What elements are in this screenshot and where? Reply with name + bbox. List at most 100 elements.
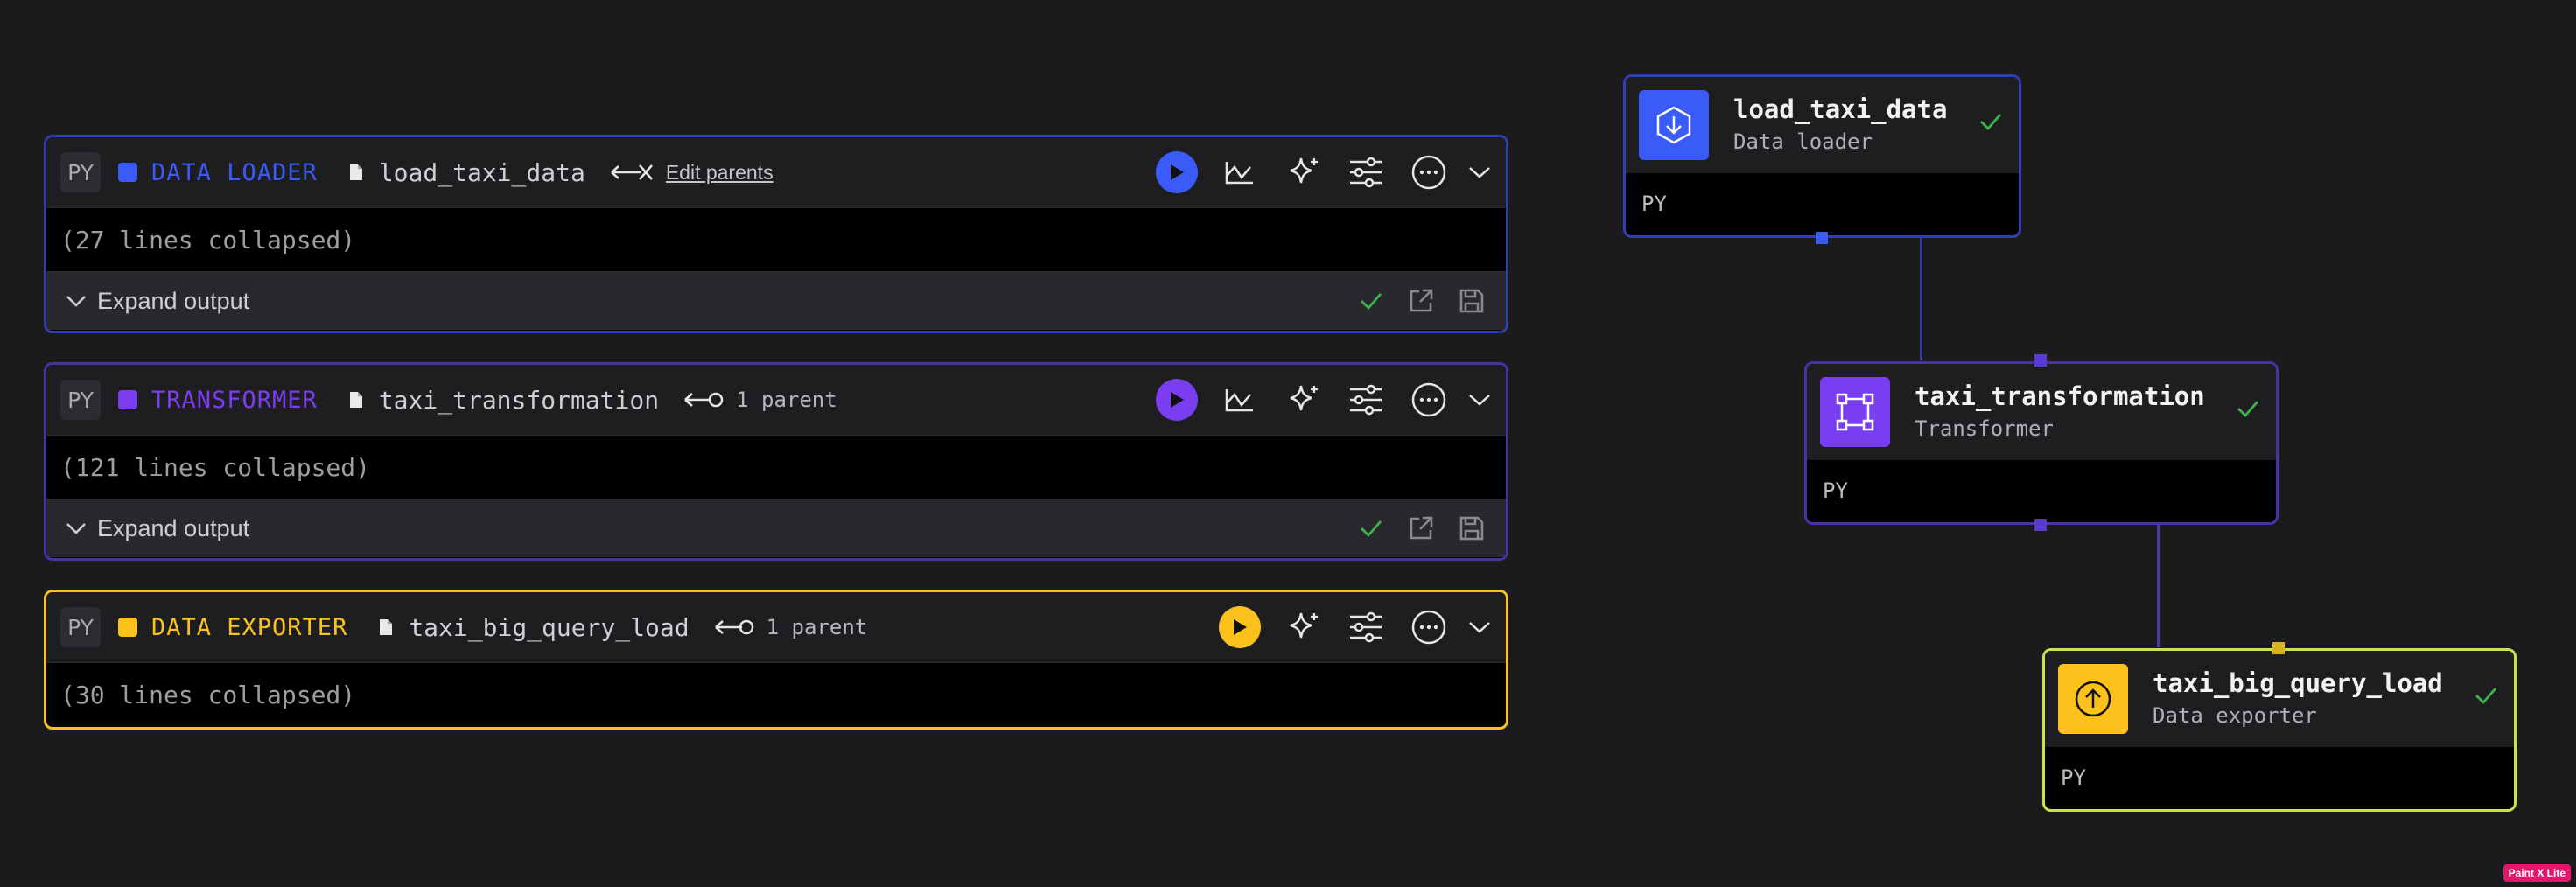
parent-link-icon [714,619,753,635]
more-icon [1411,610,1446,645]
parent-count[interactable]: 1 parent [766,615,868,639]
success-check-icon [1980,114,2002,131]
parent-count[interactable]: 1 parent [736,388,837,412]
file-icon [380,619,393,635]
file-icon [349,164,362,180]
block-data-exporter[interactable]: PY DATA EXPORTER taxi_big_query_load 1 p… [44,590,1508,730]
ai-assist-button[interactable] [1280,377,1326,423]
node-language: PY [1642,192,1667,216]
play-icon [1219,606,1261,648]
language-tag: PY [60,607,101,647]
output-port[interactable] [2034,519,2047,531]
collapse-block-button[interactable] [1464,377,1495,423]
block-name[interactable]: taxi_big_query_load [409,613,689,642]
upload-icon [2058,664,2128,734]
node-language: PY [2061,765,2086,790]
transform-icon [1820,377,1890,447]
charts-button[interactable] [1217,377,1263,423]
output-port[interactable] [1816,232,1828,244]
collapsed-code[interactable]: (30 lines collapsed) [46,663,1506,726]
expand-output-button[interactable]: Expand output [97,288,249,315]
success-check-icon [2237,401,2259,418]
parent-link-icon [684,392,724,408]
watermark-badge: Paint X Lite [2502,864,2571,882]
node-subtitle: Data exporter [2152,703,2317,728]
ai-assist-button[interactable] [1280,604,1326,650]
block-name[interactable]: load_taxi_data [379,158,585,187]
run-block-button[interactable] [1217,604,1263,650]
sparkle-icon [1290,157,1318,184]
block-header[interactable]: PY TRANSFORMER taxi_transformation 1 par… [46,365,1506,436]
save-icon[interactable] [1459,515,1485,541]
sliders-icon [1350,384,1382,416]
node-subtitle: Transformer [1914,416,2054,441]
sliders-icon [1350,611,1382,643]
sliders-icon [1350,157,1382,188]
parents-control[interactable]: Edit parents [610,161,774,185]
chart-icon [1225,389,1253,412]
run-block-button[interactable] [1154,377,1200,423]
block-data-loader[interactable]: PY DATA LOADER load_taxi_data Edit paren… [44,135,1508,333]
input-port[interactable] [2034,354,2047,367]
graph-node-taxi-transformation[interactable]: taxi_transformation Transformer PY [1804,361,2278,525]
play-icon [1156,379,1198,421]
block-header[interactable]: PY DATA LOADER load_taxi_data Edit paren… [46,137,1506,208]
graph-node-taxi-big-query-load[interactable]: taxi_big_query_load Data exporter PY [2042,648,2516,812]
graph-edge [2157,525,2160,647]
graph-node-load-taxi-data[interactable]: load_taxi_data Data loader PY [1623,74,2021,238]
block-header[interactable]: PY DATA EXPORTER taxi_big_query_load 1 p… [46,592,1506,663]
play-icon [1156,151,1198,193]
open-external-icon[interactable] [1408,515,1434,541]
settings-button[interactable] [1343,377,1389,423]
block-color-indicator[interactable] [118,390,137,409]
block-name[interactable]: taxi_transformation [379,386,659,415]
node-subtitle: Data loader [1733,129,1872,154]
parents-control[interactable]: 1 parent [683,388,837,412]
more-options-button[interactable] [1406,604,1452,650]
output-bar[interactable]: Expand output [46,271,1506,330]
more-icon [1411,382,1446,417]
language-tag: PY [60,380,101,420]
save-icon[interactable] [1459,288,1485,314]
node-language: PY [1823,478,1848,503]
success-check-icon [1361,293,1382,311]
parents-control[interactable]: 1 parent [714,615,868,639]
language-tag: PY [60,152,101,192]
input-port[interactable] [2272,642,2285,654]
chevron-down-icon [1469,622,1490,633]
collapsed-code[interactable]: (27 lines collapsed) [46,208,1506,271]
chart-icon [1225,162,1253,185]
run-block-button[interactable] [1154,150,1200,195]
file-icon [349,392,362,408]
expand-output-button[interactable]: Expand output [97,515,249,542]
output-bar[interactable]: Expand output [46,499,1506,557]
block-transformer[interactable]: PY TRANSFORMER taxi_transformation 1 par… [44,362,1508,561]
chevron-down-icon [1469,395,1490,406]
node-title: load_taxi_data [1733,94,1948,124]
more-options-button[interactable] [1406,150,1452,195]
block-toolbar [1200,592,1495,662]
edit-parents-link[interactable]: Edit parents [666,161,774,185]
chevron-down-icon [66,523,86,534]
collapse-block-button[interactable] [1464,604,1495,650]
edit-parents-icon [611,164,653,180]
collapse-block-button[interactable] [1464,150,1495,195]
collapsed-code[interactable]: (121 lines collapsed) [46,436,1506,499]
ai-assist-button[interactable] [1280,150,1326,195]
block-toolbar [1137,365,1495,435]
success-check-icon [2475,688,2497,705]
block-type-label: DATA EXPORTER [151,613,348,641]
block-type-label: TRANSFORMER [151,386,318,414]
block-color-indicator[interactable] [118,163,137,182]
settings-button[interactable] [1343,150,1389,195]
settings-button[interactable] [1343,604,1389,650]
graph-edge [1920,238,1922,360]
sparkle-icon [1290,385,1318,411]
open-external-icon[interactable] [1408,288,1434,314]
success-check-icon [1361,520,1382,538]
more-options-button[interactable] [1406,377,1452,423]
chevron-down-icon [1469,167,1490,178]
block-color-indicator[interactable] [118,618,137,637]
charts-button[interactable] [1217,150,1263,195]
sparkle-icon [1290,612,1318,639]
